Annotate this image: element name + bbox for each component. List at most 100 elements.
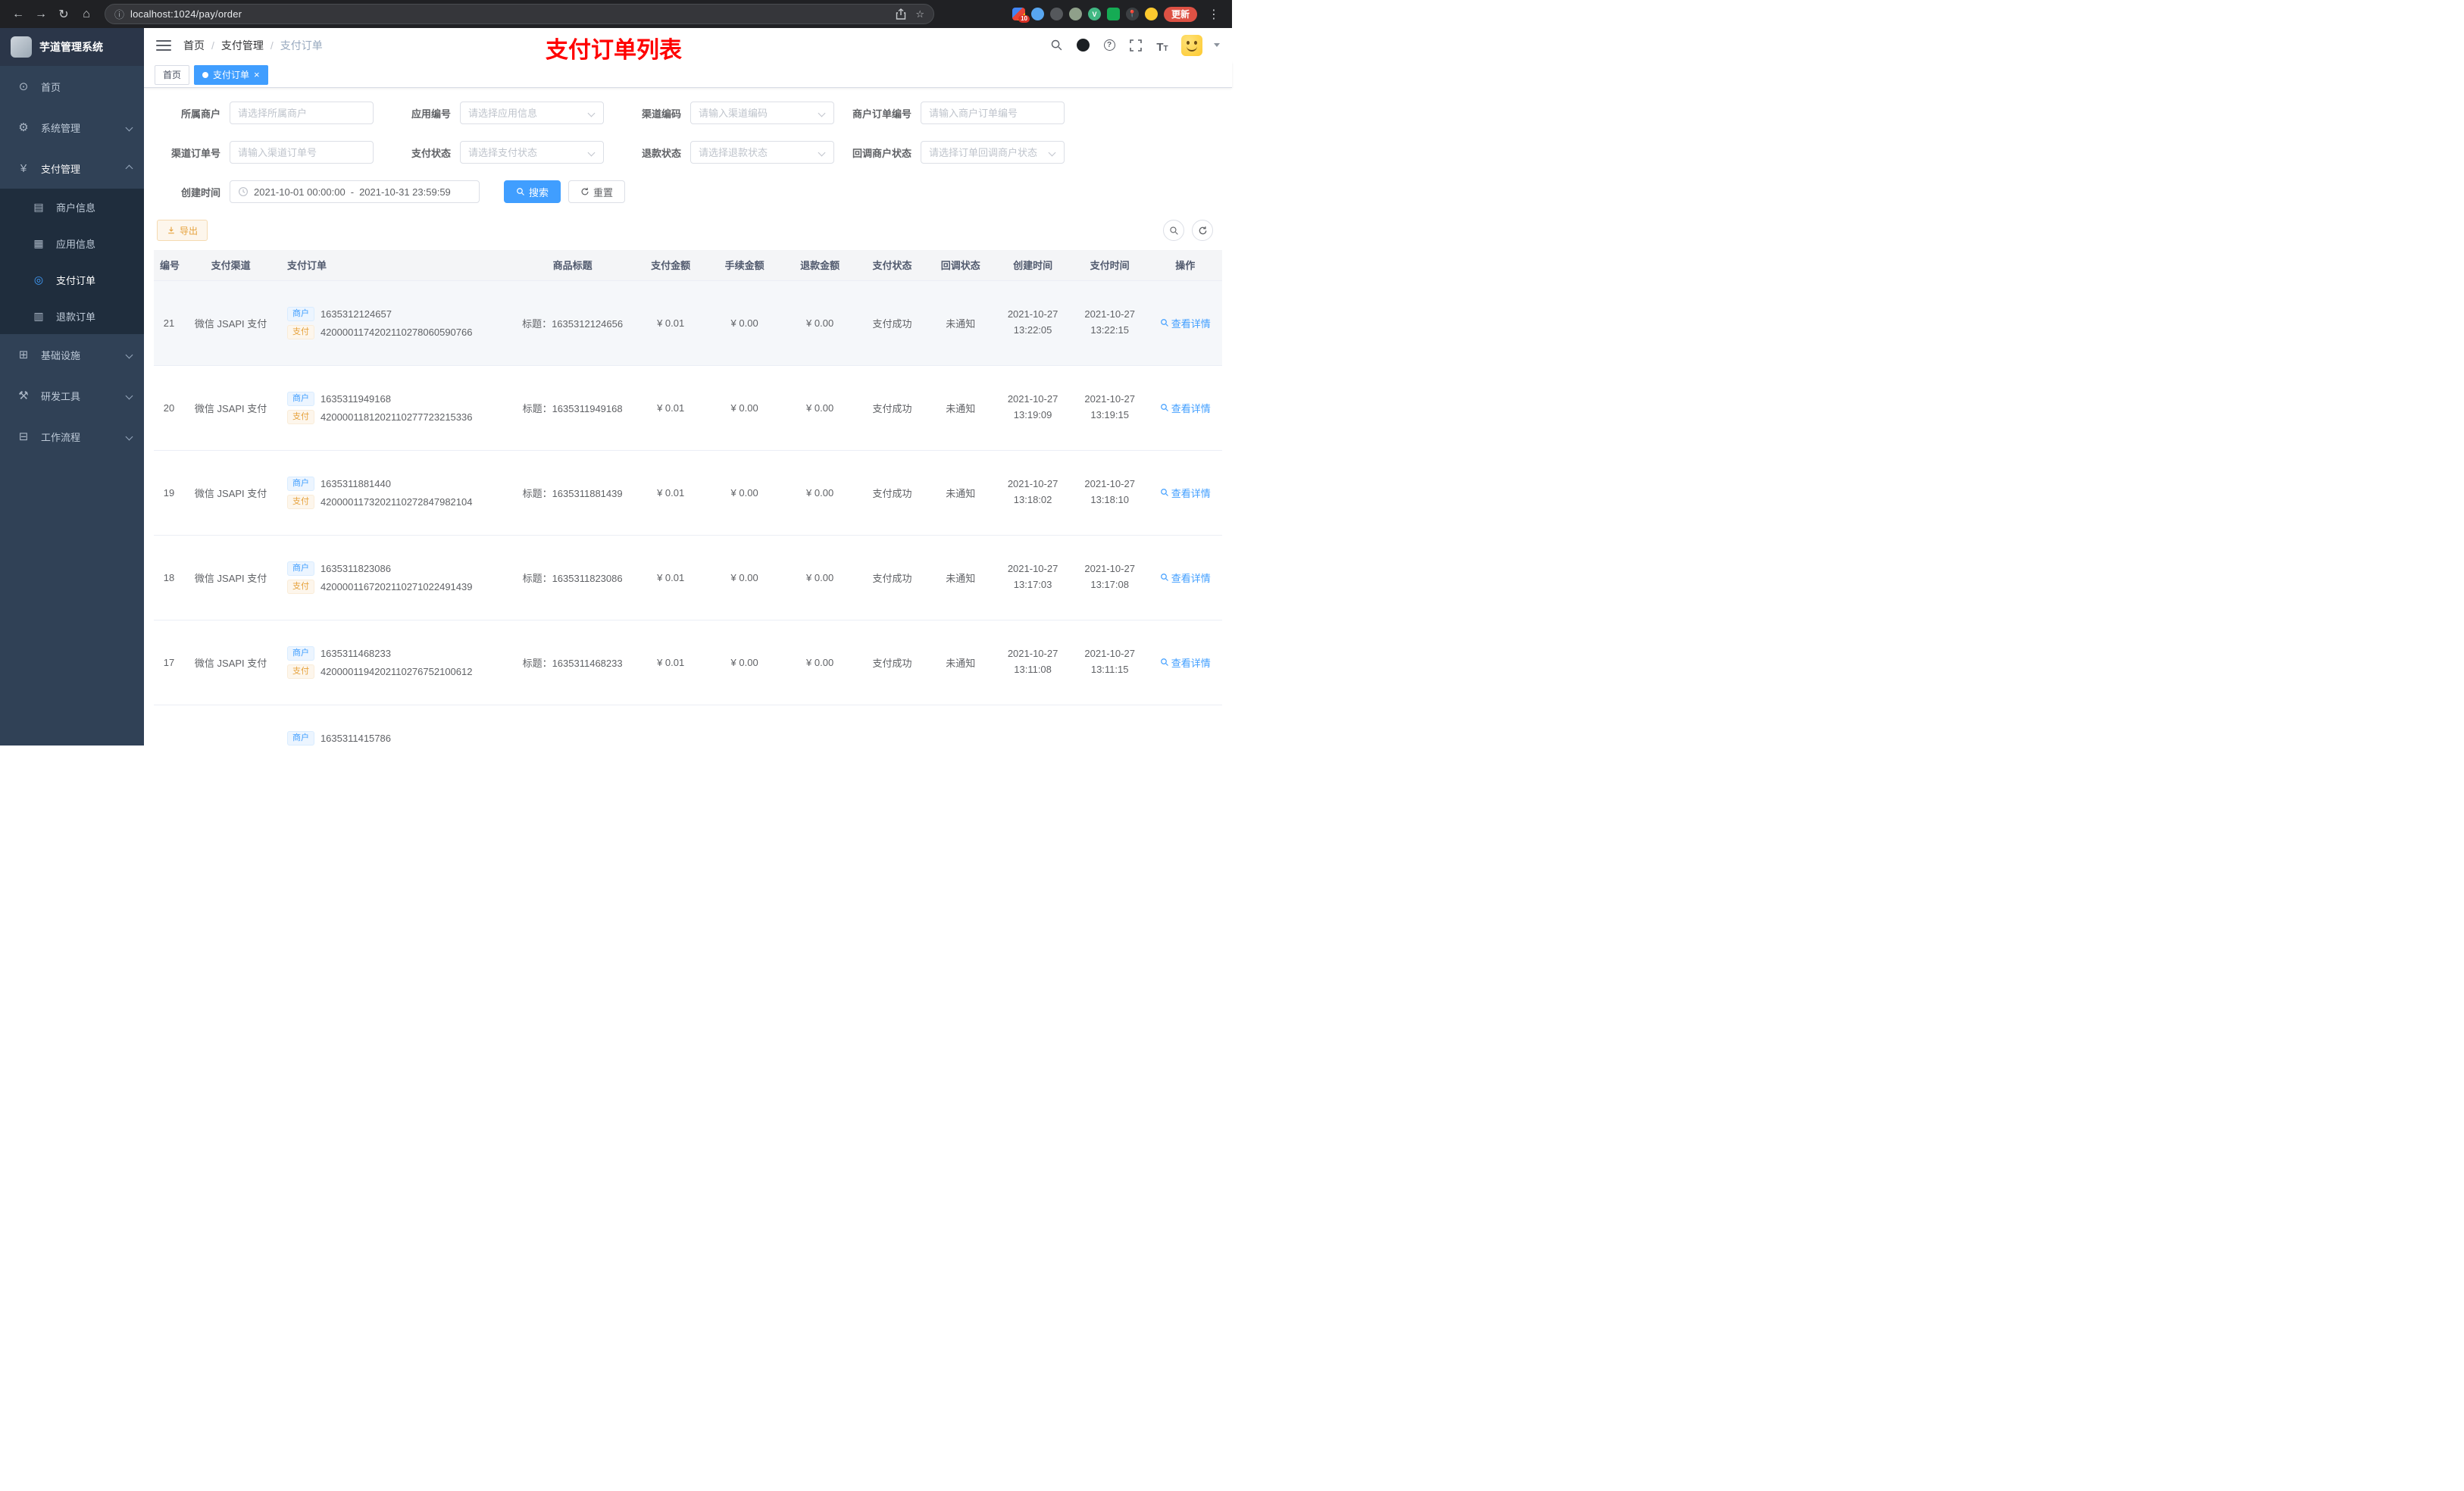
cell-channel: 微信 JSAPI 支付: [180, 535, 281, 620]
sidebar-item-pay[interactable]: ¥ 支付管理: [0, 148, 144, 189]
filter-label-pay-status: 支付状态: [411, 147, 451, 159]
extension-icon[interactable]: [1030, 8, 1044, 20]
tab-home[interactable]: 首页: [155, 64, 190, 85]
hamburger-icon[interactable]: [156, 38, 171, 53]
cell-create-time: 2021-10-27 13:19:09: [994, 365, 1071, 451]
filter-label-app-no: 应用编号: [411, 108, 451, 120]
filter-label-merchant-order-no: 商户订单编号: [852, 108, 911, 120]
browser-home-button[interactable]: ⌂: [76, 4, 97, 25]
notify-status-select[interactable]: [921, 142, 1049, 163]
search-icon[interactable]: [1049, 38, 1064, 53]
page-annotation: 支付订单列表: [546, 38, 682, 63]
chevron-down-icon: [125, 351, 133, 358]
help-icon[interactable]: ?: [1102, 38, 1117, 53]
tab-pay-order[interactable]: 支付订单 ×: [194, 64, 268, 85]
cell-order: 商户1635311415786 支付: [280, 705, 511, 746]
breadcrumb-pay[interactable]: 支付管理: [221, 38, 264, 53]
date-separator: -: [350, 186, 355, 198]
browser-update-button[interactable]: 更新: [1163, 6, 1197, 22]
export-button[interactable]: 导出: [157, 220, 208, 241]
view-detail-link[interactable]: 查看详情: [1160, 486, 1211, 500]
table-row[interactable]: 20 微信 JSAPI 支付 商户 1635311949168 支付 4200001…: [154, 365, 1222, 451]
emoji-extension-icon[interactable]: [1144, 8, 1158, 20]
sidebar-item-label: 支付订单: [56, 274, 96, 286]
font-size-icon[interactable]: TT: [1155, 38, 1170, 53]
sidebar-item-devtools[interactable]: ⚒ 研发工具: [0, 375, 144, 416]
toggle-search-button[interactable]: [1163, 220, 1184, 241]
view-detail-link[interactable]: 查看详情: [1160, 655, 1211, 670]
bookmark-star-icon[interactable]: ☆: [915, 8, 924, 20]
breadcrumb-separator: /: [270, 39, 274, 52]
channel-code-select[interactable]: [691, 102, 819, 123]
browser-forward-button[interactable]: →: [30, 4, 52, 25]
cell-action: 查看详情: [1148, 620, 1222, 705]
cell-refund: ¥ 0.00: [782, 365, 858, 451]
table-row[interactable]: 商户1635311415786 支付: [154, 705, 1222, 746]
table-row[interactable]: 17 微信 JSAPI 支付 商户 1635311468233 支付 4200001…: [154, 620, 1222, 705]
avatar[interactable]: [1181, 34, 1202, 56]
extension-icon[interactable]: [1049, 8, 1063, 20]
view-detail-link[interactable]: 查看详情: [1160, 316, 1211, 330]
url-bar[interactable]: ⓘ localhost:1024/pay/order ☆: [105, 4, 934, 24]
vue-devtools-icon[interactable]: V: [1087, 8, 1101, 20]
header-status: 支付状态: [857, 250, 927, 281]
sidebar-item-pay-order[interactable]: ◎ 支付订单: [0, 261, 144, 298]
sidebar-logo[interactable]: 芋道管理系统: [0, 28, 144, 66]
browser-reload-button[interactable]: ↻: [53, 4, 74, 25]
pay-tag: 支付: [286, 324, 314, 339]
search-button[interactable]: 搜索: [504, 180, 561, 203]
sidebar-item-merchant-info[interactable]: ▤ 商户信息: [0, 189, 144, 225]
view-detail-link[interactable]: 查看详情: [1160, 401, 1211, 415]
app-logo-image: [11, 36, 32, 58]
sidebar: 芋道管理系统 ⊙ 首页 ⚙ 系统管理 ¥ 支付管理 ▤ 商户信息 ▦ 应用信息 …: [0, 28, 144, 746]
fullscreen-icon[interactable]: [1128, 38, 1143, 53]
view-detail-link[interactable]: 查看详情: [1160, 570, 1211, 585]
sidebar-item-refund-order[interactable]: ▥ 退款订单: [0, 298, 144, 334]
extension-icon[interactable]: [1068, 8, 1082, 20]
app-no-select[interactable]: [461, 102, 589, 123]
chevron-down-icon: [125, 123, 133, 131]
grid-icon: ▦: [33, 236, 44, 249]
share-icon[interactable]: [896, 8, 906, 20]
sidebar-item-app-info[interactable]: ▦ 应用信息: [0, 225, 144, 261]
yen-icon: ¥: [20, 161, 27, 175]
browser-back-button[interactable]: ←: [8, 4, 29, 25]
sidebar-menu: ⊙ 首页 ⚙ 系统管理 ¥ 支付管理 ▤ 商户信息 ▦ 应用信息 ◎ 支付订单 …: [0, 66, 144, 746]
sidebar-item-home[interactable]: ⊙ 首页: [0, 66, 144, 107]
table-row[interactable]: 18 微信 JSAPI 支付 商户 1635311823086 支付 4200001…: [154, 535, 1222, 620]
extension-icon[interactable]: [1106, 8, 1120, 20]
site-info-icon[interactable]: ⓘ: [114, 7, 124, 21]
refresh-button[interactable]: [1192, 220, 1213, 241]
github-icon[interactable]: [1075, 38, 1090, 53]
create-time-range-input[interactable]: 2021-10-01 00:00:00 - 2021-10-31 23:59:5…: [230, 180, 480, 203]
cell-id: [154, 705, 181, 746]
filter-label-create-time: 创建时间: [180, 186, 220, 198]
pay-order-no: 4200001181202110277723215336: [320, 411, 473, 423]
sidebar-item-system[interactable]: ⚙ 系统管理: [0, 107, 144, 148]
chevron-down-icon[interactable]: [1214, 43, 1220, 47]
credit-card-icon: ▤: [33, 200, 44, 213]
cell-notify: 未通知: [927, 280, 995, 366]
reset-button[interactable]: 重置: [568, 180, 626, 203]
merchant-input[interactable]: [230, 102, 373, 123]
merchant-order-no-input[interactable]: [921, 102, 1064, 123]
header-notify: 回调状态: [927, 250, 995, 281]
cell-fee: ¥ 0.00: [706, 365, 783, 451]
extension-icon[interactable]: 10: [1012, 8, 1030, 23]
pay-status-select[interactable]: [461, 142, 589, 163]
table-row[interactable]: 21 微信 JSAPI 支付 商户 1635312124657 支付 4200001…: [154, 280, 1222, 366]
pay-tag: 支付: [286, 664, 314, 679]
pin-extension-icon[interactable]: 📍: [1125, 8, 1139, 20]
browser-menu-icon[interactable]: ⋮: [1203, 4, 1224, 25]
extension-badge: 10: [1018, 15, 1030, 23]
table-row[interactable]: 19 微信 JSAPI 支付 商户 1635311881440 支付 4200001…: [154, 450, 1222, 536]
sidebar-item-infra[interactable]: ⊞ 基础设施: [0, 334, 144, 375]
close-icon[interactable]: ×: [254, 70, 260, 80]
sidebar-item-workflow[interactable]: ⊟ 工作流程: [0, 416, 144, 457]
page-content: 所属商户 应用编号 渠道编码 商户订单编号: [144, 88, 1232, 746]
channel-order-no-input[interactable]: [230, 142, 373, 163]
breadcrumb-home[interactable]: 首页: [183, 38, 205, 53]
cell-amount: [634, 705, 707, 746]
refund-status-select[interactable]: [691, 142, 819, 163]
chevron-down-icon: [587, 148, 596, 156]
